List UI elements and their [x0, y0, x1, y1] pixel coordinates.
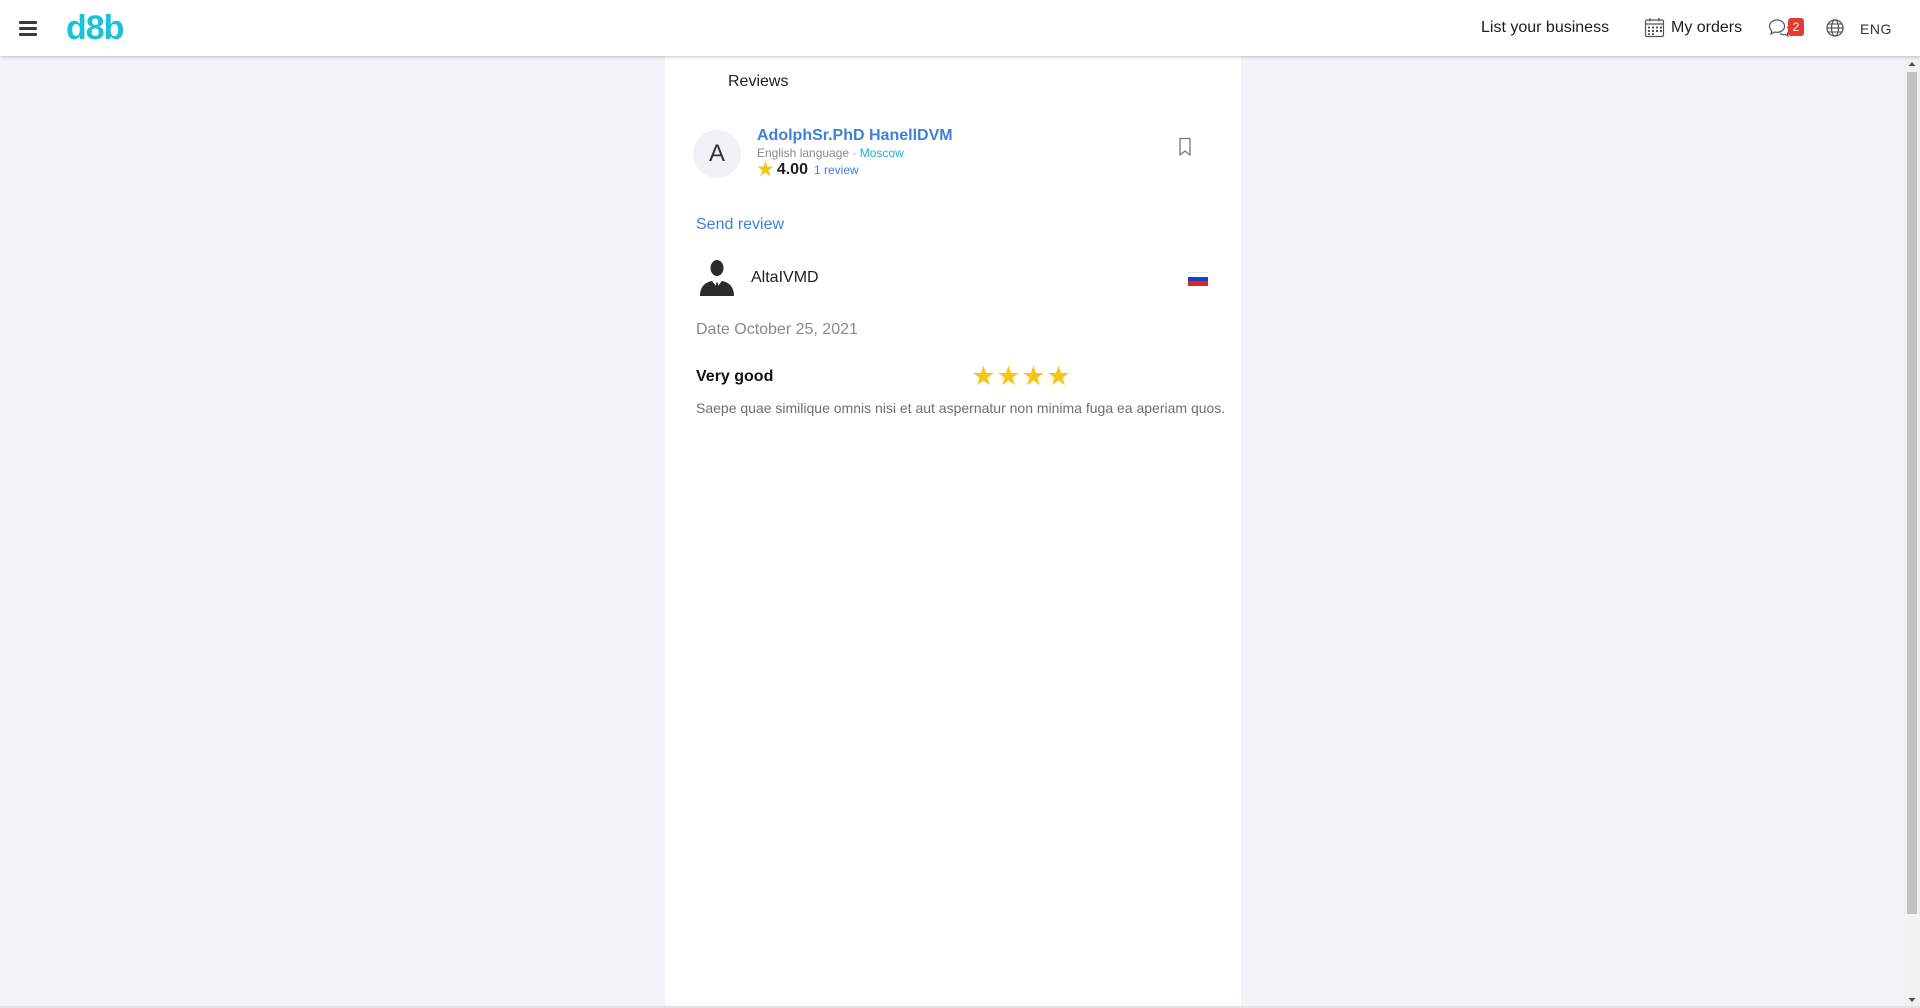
reviews-card: Reviews A AdolphSr.PhD HanellDVM English… [665, 56, 1241, 1008]
scroll-up-arrow-icon[interactable] [1904, 56, 1920, 72]
top-header: d8b List your business My orders 2 ENG [0, 0, 1920, 56]
language-selector[interactable]: ENG [1860, 19, 1892, 39]
review-title: Very good [696, 368, 774, 385]
meta-separator: · [852, 146, 857, 160]
master-name-link[interactable]: AdolphSr.PhD HanellDVM [757, 126, 953, 146]
reviews-count-link[interactable]: 1 review [814, 163, 859, 177]
star-icon: ★ [1021, 361, 1046, 391]
star-icon: ★ [971, 361, 996, 391]
messages-count-badge: 2 [1788, 18, 1804, 36]
star-icon: ★ [1046, 361, 1071, 391]
list-your-business-link[interactable]: List your business [1481, 18, 1609, 38]
star-icon: ★ [996, 361, 1021, 391]
send-review-link[interactable]: Send review [696, 215, 784, 235]
review-text: Saepe quae similique omnis nisi et aut a… [696, 400, 1226, 416]
page-scrollbar[interactable] [1904, 56, 1920, 1008]
my-orders-link[interactable]: My orders [1671, 18, 1742, 38]
hamburger-menu-icon[interactable] [16, 16, 40, 40]
scroll-thumb[interactable] [1907, 72, 1917, 914]
calendar-icon[interactable] [1644, 17, 1665, 38]
master-rating: ★ 4.00 1 review [756, 159, 859, 183]
logo[interactable]: d8b [66, 8, 124, 48]
reviewer-name: AltaIVMD [751, 269, 819, 286]
master-avatar[interactable]: A [693, 130, 741, 178]
chat-bubbles-icon[interactable] [1768, 18, 1790, 38]
user-silhouette-icon [700, 260, 734, 296]
review-star-rating: ★★★★ [971, 362, 1071, 390]
master-city-link[interactable]: Moscow [860, 146, 904, 160]
tab-reviews[interactable]: Reviews [728, 72, 788, 92]
russia-flag-icon [1188, 272, 1208, 286]
bookmark-icon[interactable] [1177, 137, 1193, 157]
rating-value: 4.00 [776, 161, 808, 178]
review-date: Date October 25, 2021 [696, 321, 858, 338]
star-icon: ★ [756, 158, 775, 181]
globe-icon[interactable] [1825, 18, 1845, 38]
